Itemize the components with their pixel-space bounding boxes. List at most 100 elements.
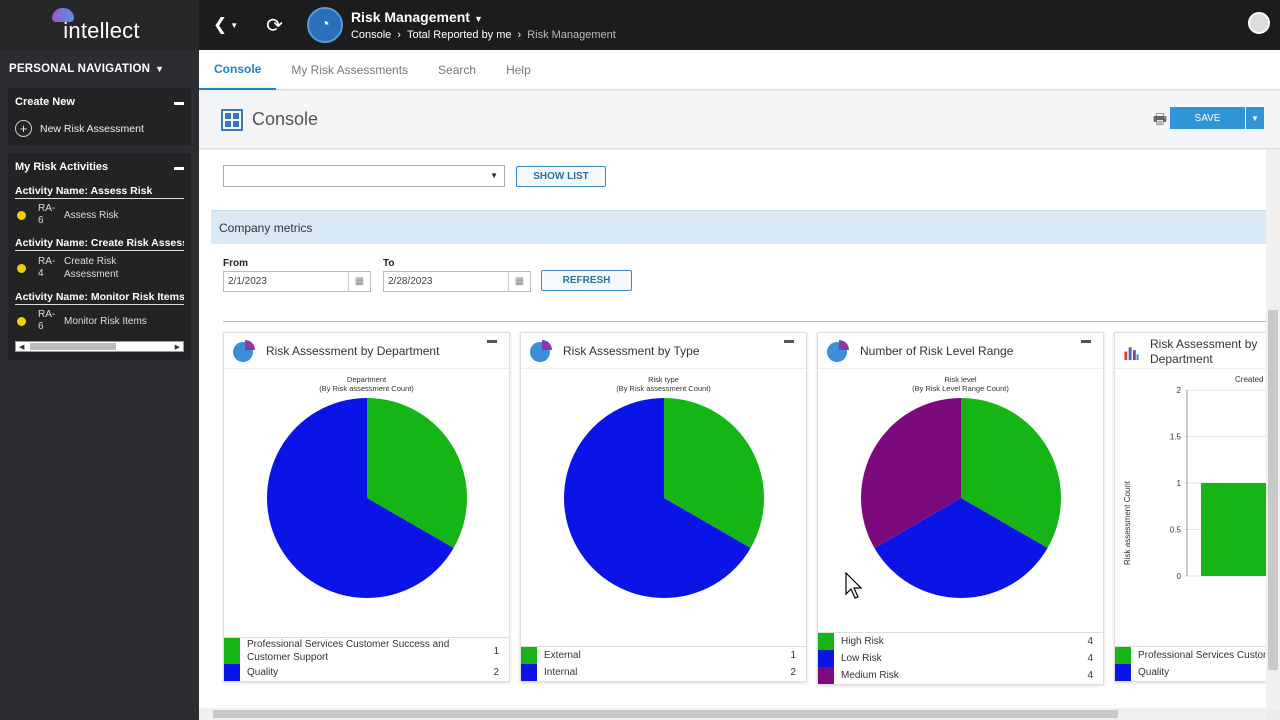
bar-chart[interactable]: Risk assessment Count 2 1.5 1 0.5 0 bbox=[1115, 373, 1266, 613]
scroll-thumb[interactable] bbox=[30, 343, 116, 350]
scroll-thumb[interactable] bbox=[213, 710, 1118, 718]
tab-bar: Console My Risk Assessments Search Help bbox=[199, 50, 1280, 90]
logo-mark-icon bbox=[52, 8, 74, 22]
new-risk-assessment-link[interactable]: + New Risk Assessment bbox=[15, 120, 184, 137]
tab-my-risk-assessments[interactable]: My Risk Assessments bbox=[276, 50, 423, 90]
to-label: To bbox=[383, 258, 395, 269]
legend-label: Professional Services Customer Success a… bbox=[1138, 650, 1266, 661]
from-date-input[interactable]: 2/1/2023 ▦ bbox=[223, 271, 371, 292]
legend-swatch bbox=[521, 664, 537, 681]
calendar-icon[interactable]: ▦ bbox=[348, 272, 370, 291]
legend-label: Quality bbox=[1138, 667, 1170, 678]
pie-chart[interactable] bbox=[264, 395, 470, 601]
tab-console[interactable]: Console bbox=[199, 50, 277, 90]
refresh-button[interactable]: REFRESH bbox=[541, 270, 632, 291]
status-dot-icon bbox=[17, 210, 26, 220]
main-vertical-scrollbar[interactable] bbox=[1266, 150, 1280, 710]
card-title: Number of Risk Level Range bbox=[860, 343, 1014, 358]
pie-chart[interactable] bbox=[858, 395, 1064, 601]
personal-navigation-label: PERSONAL NAVIGATION bbox=[9, 63, 151, 75]
pie-chart[interactable] bbox=[561, 395, 767, 601]
refresh-icon[interactable]: ⟳ bbox=[266, 13, 283, 38]
console-content: ▼ SHOW LIST Company metrics From 2/1/202… bbox=[199, 150, 1266, 710]
activity-item[interactable]: RA- 4 Create Risk Assessment bbox=[15, 255, 184, 281]
card-header: Risk Assessment by Department ▬ bbox=[224, 333, 509, 369]
activity-item[interactable]: RA- 6 Monitor Risk Items bbox=[15, 309, 184, 333]
breadcrumb-item[interactable]: Console bbox=[351, 29, 391, 41]
to-date-input[interactable]: 2/28/2023 ▦ bbox=[383, 271, 531, 292]
legend-item[interactable]: High Risk 4 bbox=[818, 633, 1103, 650]
legend-value: 1 bbox=[790, 650, 796, 661]
y-axis-label: Risk assessment Count bbox=[1123, 480, 1132, 565]
sidebar-horizontal-scrollbar[interactable]: ◀ ▶ bbox=[15, 341, 184, 352]
collapse-icon[interactable]: ▬ bbox=[174, 162, 184, 173]
y-tick-label: 0.5 bbox=[1170, 526, 1182, 535]
scroll-right-icon[interactable]: ▶ bbox=[175, 343, 180, 351]
show-list-button[interactable]: SHOW LIST bbox=[516, 166, 606, 187]
y-tick-label: 0 bbox=[1177, 572, 1182, 581]
chart-title: Department (By Risk assessment Count) bbox=[319, 375, 414, 393]
app-title-menu[interactable]: Risk Management ▼ bbox=[351, 9, 616, 25]
legend-swatch bbox=[1115, 647, 1131, 664]
minimize-icon[interactable]: ▬ bbox=[1081, 335, 1091, 346]
legend-item[interactable]: Professional Services Customer Success a… bbox=[224, 638, 509, 664]
legend-swatch bbox=[818, 633, 834, 650]
tab-search[interactable]: Search bbox=[423, 50, 491, 90]
minimize-icon[interactable]: ▬ bbox=[487, 335, 497, 346]
console-grid-icon bbox=[221, 108, 243, 131]
bar[interactable] bbox=[1201, 483, 1266, 576]
scroll-thumb[interactable] bbox=[1268, 310, 1278, 670]
calendar-icon[interactable]: ▦ bbox=[508, 272, 530, 291]
legend-value: 2 bbox=[790, 667, 796, 678]
from-label: From bbox=[223, 258, 248, 269]
tab-help[interactable]: Help bbox=[491, 50, 546, 90]
legend-item[interactable]: Quality bbox=[1115, 664, 1266, 681]
legend-label: Medium Risk bbox=[841, 670, 899, 681]
dashboard-gauge-icon[interactable]: ◔ bbox=[306, 7, 343, 43]
save-button[interactable]: SAVE bbox=[1170, 107, 1246, 129]
app-title-block: Risk Management ▼ Console › Total Reported … bbox=[351, 9, 616, 41]
company-metrics-header: Company metrics bbox=[211, 210, 1266, 244]
user-avatar-icon[interactable] bbox=[1248, 12, 1270, 34]
activity-item[interactable]: RA- 6 Assess Risk bbox=[15, 203, 184, 227]
chevron-right-icon: › bbox=[397, 29, 401, 41]
mouse-cursor-icon bbox=[845, 572, 863, 599]
caret-down-icon: ▼ bbox=[155, 64, 165, 74]
activity-id: RA- 4 bbox=[38, 256, 56, 279]
collapse-icon[interactable]: ▬ bbox=[174, 97, 184, 108]
legend-item[interactable]: External 1 bbox=[521, 647, 806, 664]
print-icon[interactable]: 🖶 bbox=[1153, 109, 1167, 134]
status-dot-icon bbox=[17, 316, 26, 326]
legend-item[interactable]: Quality 2 bbox=[224, 664, 509, 681]
legend-item[interactable]: Medium Risk 4 bbox=[818, 667, 1103, 684]
scroll-left-icon[interactable]: ◀ bbox=[19, 343, 24, 351]
back-button[interactable]: ❮ ▼ bbox=[213, 15, 238, 35]
caret-down-icon: ▼ bbox=[1251, 113, 1259, 123]
legend-item[interactable]: Internal 2 bbox=[521, 664, 806, 681]
main-horizontal-scrollbar[interactable] bbox=[199, 708, 1266, 720]
page-header: Console 🖶 SAVE ▼ bbox=[199, 91, 1280, 149]
y-tick-label: 2 bbox=[1177, 386, 1182, 395]
from-date-value: 2/1/2023 bbox=[228, 276, 267, 287]
create-new-panel: Create New ▬ + New Risk Assessment bbox=[8, 88, 191, 145]
minimize-icon[interactable]: ▬ bbox=[784, 335, 794, 346]
list-select[interactable]: ▼ bbox=[223, 165, 505, 187]
activity-label: Create Risk Assessment bbox=[64, 256, 119, 280]
card-title: Risk Assessment by Department bbox=[1150, 337, 1258, 366]
risk-activities-header[interactable]: My Risk Activities ▬ bbox=[15, 159, 184, 175]
card-header: Risk Assessment by Type ▬ bbox=[521, 333, 806, 369]
create-new-header[interactable]: Create New ▬ bbox=[15, 94, 184, 110]
personal-navigation-toggle[interactable]: PERSONAL NAVIGATION ▼ bbox=[0, 50, 199, 88]
legend-item[interactable]: Professional Services Customer Success a… bbox=[1115, 647, 1266, 664]
logo[interactable]: intellect bbox=[0, 0, 199, 50]
chevron-down-icon: ▼ bbox=[490, 171, 498, 180]
create-new-title: Create New bbox=[15, 96, 75, 108]
activity-label: Monitor Risk Items bbox=[64, 315, 147, 327]
activity-group-name: Activity Name: Assess Risk bbox=[15, 185, 184, 199]
save-options-dropdown[interactable]: ▼ bbox=[1246, 107, 1264, 129]
chevron-right-icon: › bbox=[517, 29, 522, 41]
breadcrumb-item[interactable]: Total Reported by me bbox=[407, 29, 512, 41]
y-tick-label: 1 bbox=[1177, 479, 1182, 488]
legend-item[interactable]: Low Risk 4 bbox=[818, 650, 1103, 667]
legend-swatch bbox=[818, 650, 834, 667]
